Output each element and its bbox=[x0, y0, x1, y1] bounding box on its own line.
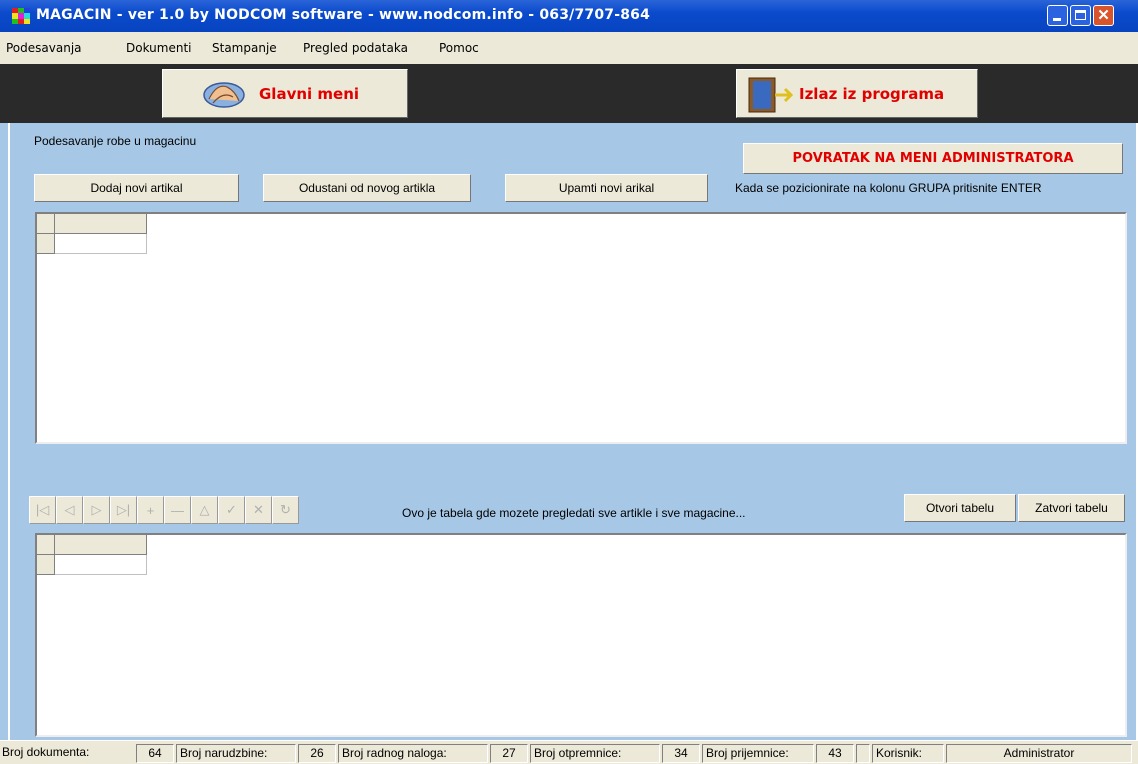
cancel-record-button[interactable]: ✕ bbox=[245, 496, 272, 524]
status-korisnik-label: Korisnik: bbox=[872, 744, 944, 763]
minimize-button[interactable] bbox=[1047, 5, 1068, 26]
close-icon: ✕ bbox=[1097, 7, 1110, 24]
save-article-button[interactable]: Upamti novi arikal bbox=[505, 174, 708, 202]
maximize-icon bbox=[1075, 10, 1086, 20]
door-exit-icon bbox=[748, 77, 794, 113]
menu-bar: Podesavanja Dokumenti Stampanje Pregled … bbox=[0, 32, 1138, 64]
status-spacer bbox=[856, 744, 870, 763]
status-broj-prijemnice-label: Broj prijemnice: bbox=[702, 744, 814, 763]
status-broj-narudzbine-value: 26 bbox=[298, 744, 336, 763]
close-table-button[interactable]: Zatvori tabelu bbox=[1018, 494, 1125, 522]
menu-stampanje[interactable]: Stampanje bbox=[212, 41, 277, 55]
menu-podesavanja[interactable]: Podesavanja bbox=[6, 41, 82, 55]
edit-record-button[interactable]: △ bbox=[191, 496, 218, 524]
status-broj-narudzbine-label: Broj narudzbine: bbox=[176, 744, 296, 763]
new-article-grid[interactable] bbox=[35, 212, 1127, 444]
maximize-button[interactable] bbox=[1070, 5, 1091, 26]
back-to-admin-button[interactable]: POVRATAK NA MENI ADMINISTRATORA bbox=[743, 143, 1123, 174]
grid-cell[interactable] bbox=[55, 555, 147, 575]
row-indicator bbox=[37, 234, 55, 254]
status-broj-radnog-naloga-label: Broj radnog naloga: bbox=[338, 744, 488, 763]
post-record-button[interactable]: ✓ bbox=[218, 496, 245, 524]
menu-pregled-podataka[interactable]: Pregled podataka bbox=[303, 41, 408, 55]
status-korisnik-value: Administrator bbox=[946, 744, 1132, 763]
main-menu-button[interactable]: Glavni meni bbox=[162, 69, 408, 118]
close-button[interactable]: ✕ bbox=[1093, 5, 1114, 26]
next-record-button[interactable]: ▷ bbox=[83, 496, 110, 524]
status-broj-prijemnice-value: 43 bbox=[816, 744, 854, 763]
menu-dokumenti[interactable]: Dokumenti bbox=[126, 41, 191, 55]
section-title: Podesavanje robe u magacinu bbox=[34, 134, 197, 148]
first-record-button[interactable]: |◁ bbox=[29, 496, 56, 524]
status-bar: Broj dokumenta: 64 Broj narudzbine: 26 B… bbox=[0, 740, 1138, 764]
grid-cell[interactable] bbox=[55, 234, 147, 254]
minimize-icon bbox=[1053, 18, 1061, 21]
toolbar: Glavni meni Izlaz iz programa bbox=[0, 64, 1138, 123]
refresh-record-button[interactable]: ↻ bbox=[272, 496, 299, 524]
insert-record-button[interactable]: + bbox=[137, 496, 164, 524]
open-table-button[interactable]: Otvori tabelu bbox=[904, 494, 1016, 522]
window-title: MAGACIN - ver 1.0 by NODCOM software - w… bbox=[36, 7, 651, 23]
exit-program-label: Izlaz iz programa bbox=[799, 85, 945, 103]
status-broj-otpremnice-label: Broj otpremnice: bbox=[530, 744, 660, 763]
app-icon bbox=[12, 8, 30, 24]
menu-pomoc[interactable]: Pomoc bbox=[439, 41, 479, 55]
grid-corner bbox=[37, 214, 55, 234]
articles-grid[interactable] bbox=[35, 533, 1127, 737]
hands-icon bbox=[203, 82, 245, 108]
exit-program-button[interactable]: Izlaz iz programa bbox=[736, 69, 978, 118]
main-menu-label: Glavni meni bbox=[259, 85, 360, 103]
last-record-button[interactable]: ▷| bbox=[110, 496, 137, 524]
status-broj-radnog-naloga-value: 27 bbox=[490, 744, 528, 763]
row-indicator bbox=[37, 555, 55, 575]
grupa-hint: Kada se pozicionirate na kolonu GRUPA pr… bbox=[735, 181, 1042, 195]
content-panel: Podesavanje robe u magacinu POVRATAK NA … bbox=[8, 123, 1138, 740]
status-broj-otpremnice-value: 34 bbox=[662, 744, 700, 763]
prior-record-button[interactable]: ◁ bbox=[56, 496, 83, 524]
grid-corner bbox=[37, 535, 55, 555]
add-article-button[interactable]: Dodaj novi artikal bbox=[34, 174, 239, 202]
table-info-text: Ovo je tabela gde mozete pregledati sve … bbox=[402, 506, 746, 520]
title-bar[interactable]: MAGACIN - ver 1.0 by NODCOM software - w… bbox=[0, 0, 1138, 32]
status-broj-dokumenta-value: 64 bbox=[136, 744, 174, 763]
cancel-article-button[interactable]: Odustani od novog artikla bbox=[263, 174, 471, 202]
delete-record-button[interactable]: — bbox=[164, 496, 191, 524]
status-broj-dokumenta-label: Broj dokumenta: bbox=[2, 745, 90, 759]
db-navigator: |◁ ◁ ▷ ▷| + — △ ✓ ✕ ↻ bbox=[29, 496, 299, 524]
